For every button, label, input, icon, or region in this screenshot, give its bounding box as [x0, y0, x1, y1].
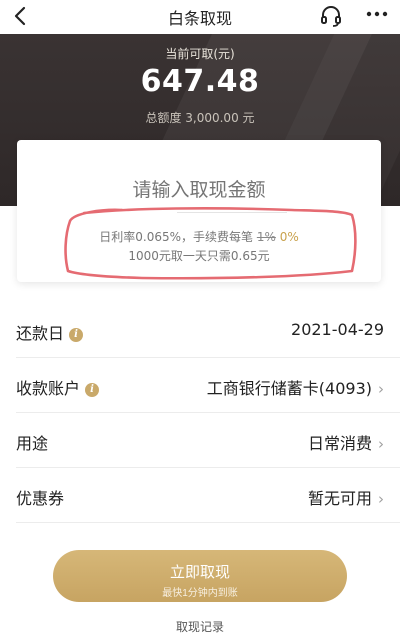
coupon-label: 优惠券: [16, 489, 65, 508]
available-amount: 647.48: [140, 64, 260, 99]
cost-example-text: 1000元取一天只需0.65元: [128, 249, 270, 263]
purpose-label: 用途: [16, 434, 49, 453]
navigation-bar: 白条取现: [0, 0, 400, 34]
info-icon[interactable]: i: [69, 328, 84, 342]
total-credit-line: 总额度 3,000.00 元: [145, 111, 255, 125]
receiving-account-value[interactable]: 工商银行储蓄卡(4093) ›: [207, 375, 384, 399]
available-caption: 当前可取(元): [165, 47, 235, 61]
withdraw-now-button[interactable]: 立即取现 最快1分钟内到账: [53, 550, 347, 602]
discounted-fee: 0%: [275, 230, 299, 244]
repayment-date-label: 还款日 i: [16, 320, 84, 344]
withdraw-amount-input[interactable]: [27, 176, 371, 206]
purpose-value[interactable]: 日常消费 ›: [308, 430, 384, 454]
rate-text: 日利率0.065%，手续费每笔: [99, 230, 257, 244]
customer-service-icon[interactable]: [319, 4, 343, 28]
chevron-right-icon: ›: [378, 380, 384, 398]
receiving-account-row[interactable]: 收款账户 i 工商银行储蓄卡(4093) ›: [0, 358, 400, 413]
coupon-row[interactable]: 优惠券 暂无可用 ›: [0, 468, 400, 523]
coupon-value[interactable]: 暂无可用 ›: [308, 485, 384, 509]
purpose-row[interactable]: 用途 日常消费 ›: [0, 413, 400, 468]
row-divider: [16, 522, 400, 523]
rate-and-fee-text: 日利率0.065%，手续费每笔 1% 0%: [17, 228, 381, 245]
chevron-right-icon: ›: [378, 435, 384, 453]
info-icon[interactable]: i: [85, 383, 100, 397]
withdraw-records-link[interactable]: 取现记录: [0, 618, 400, 635]
more-options-icon[interactable]: [366, 9, 388, 19]
withdraw-button-label: 立即取现: [169, 564, 230, 581]
withdraw-card: 日利率0.065%，手续费每笔 1% 0% 1000元取一天只需0.65元: [17, 140, 381, 282]
withdraw-button-sublabel: 最快1分钟内到账: [162, 588, 238, 599]
repayment-date-value: 2021-04-29: [291, 320, 384, 339]
repayment-date-row: 还款日 i 2021-04-29: [0, 303, 400, 358]
input-underline: [177, 212, 287, 213]
receiving-account-label: 收款账户 i: [16, 375, 100, 399]
chevron-right-icon: ›: [378, 490, 384, 508]
original-fee: 1%: [256, 230, 276, 244]
